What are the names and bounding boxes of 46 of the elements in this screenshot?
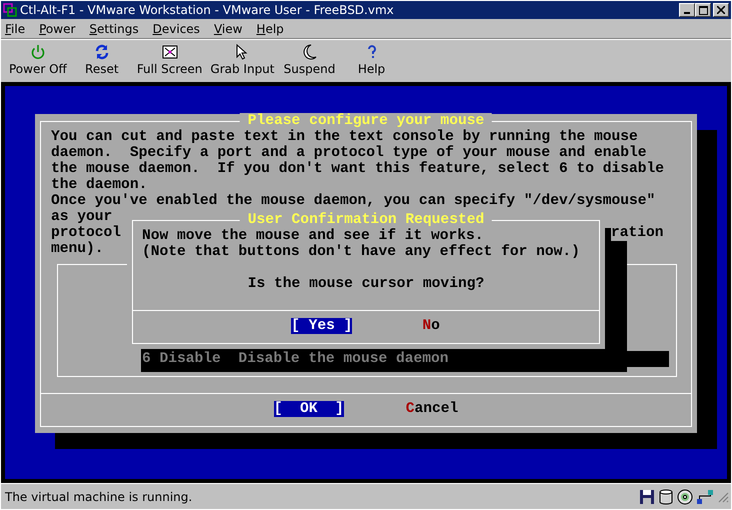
menu-item[interactable]: View [214, 22, 242, 36]
power-icon [30, 44, 46, 60]
menu-item[interactable]: File [5, 22, 26, 36]
dialog-button[interactable]: [ OK ] [274, 401, 344, 417]
app-icon [3, 3, 17, 17]
toolbar-button[interactable]: Full Screen [132, 44, 206, 76]
dialog-title: User Confirmation Requested [240, 212, 492, 228]
toolbar-button[interactable]: Grab Input [206, 44, 278, 76]
close-icon [717, 6, 725, 14]
minimize-button[interactable] [679, 3, 695, 17]
cd-icon[interactable] [677, 488, 693, 504]
menu-item[interactable]: Devices [152, 22, 200, 36]
text-line: daemon. Specify a port and a protocol type of your mouse and enable [51, 145, 647, 161]
text-line: the daemon. [51, 177, 148, 193]
text-line: (Note that buttons don't have any effect for now.) [142, 244, 580, 260]
moon-icon [302, 44, 318, 60]
menu-item[interactable]: Settings [89, 22, 139, 36]
text-line: the mouse daemon. If you don't want this feature, select 6 to disable [51, 161, 664, 177]
close-button[interactable] [713, 3, 729, 17]
resize-grip-icon[interactable] [717, 490, 729, 502]
toolbar-button[interactable]: Help [340, 44, 402, 76]
floppy-icon[interactable] [639, 488, 655, 504]
dialog-button[interactable]: Cancel [406, 401, 458, 417]
text-fragment: ration [611, 225, 664, 241]
text-line: Once you've enabled the mouse daemon, you can specify "/dev/sysmouse" [51, 193, 656, 209]
text-line: You can cut and paste text in the text console by running the mouse [51, 129, 638, 145]
window-title: Ctl-Alt-F1 - VMware Workstation - VMware User - FreeBSD.vmx [20, 3, 395, 17]
menu-item[interactable]: Help [256, 22, 284, 36]
toolbar-button[interactable]: Suspend [278, 44, 340, 76]
fullscreen-icon [162, 44, 178, 60]
network-icon[interactable] [696, 488, 714, 504]
dialog-title: Please configure your mouse [240, 113, 492, 129]
text-line: menu). [51, 241, 104, 257]
maximize-icon [698, 6, 708, 14]
text-line: Now move the mouse and see if it works. [142, 228, 484, 244]
dialog-button[interactable]: [ Yes ] [291, 318, 352, 334]
toolbar-button[interactable]: Reset [70, 44, 133, 76]
maximize-button[interactable] [695, 3, 711, 17]
toolbar-button[interactable]: Power Off [5, 44, 71, 76]
circular-arrows-icon [94, 44, 110, 60]
text-line: as your [51, 209, 112, 225]
menu-option[interactable]: 6 Disable Disable the mouse daemon [142, 351, 669, 367]
status-text: The virtual machine is running. [5, 490, 192, 504]
menu-item[interactable]: Power [39, 22, 76, 36]
text-line: protocol [51, 225, 122, 241]
question-text: Is the mouse cursor moving? [246, 276, 486, 292]
